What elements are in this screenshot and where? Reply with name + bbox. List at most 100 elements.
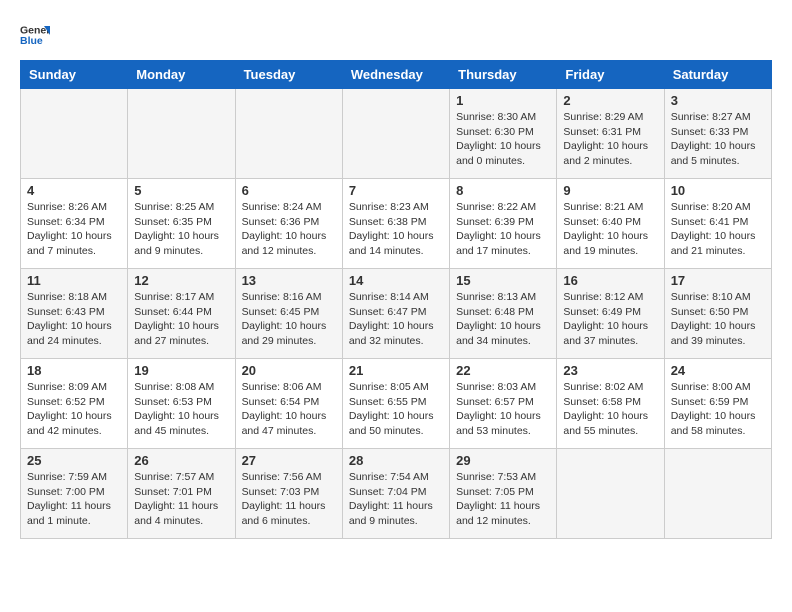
day-info: Sunrise: 8:21 AM Sunset: 6:40 PM Dayligh… <box>563 200 657 259</box>
calendar-header-row: Sunday Monday Tuesday Wednesday Thursday… <box>21 61 772 89</box>
calendar-cell <box>557 449 664 539</box>
header-thursday: Thursday <box>450 61 557 89</box>
header-friday: Friday <box>557 61 664 89</box>
day-info: Sunrise: 8:03 AM Sunset: 6:57 PM Dayligh… <box>456 380 550 439</box>
page-header: General Blue <box>20 20 772 50</box>
day-info: Sunrise: 8:18 AM Sunset: 6:43 PM Dayligh… <box>27 290 121 349</box>
day-info: Sunrise: 7:53 AM Sunset: 7:05 PM Dayligh… <box>456 470 550 529</box>
day-number: 14 <box>349 273 443 288</box>
day-info: Sunrise: 8:29 AM Sunset: 6:31 PM Dayligh… <box>563 110 657 169</box>
calendar-cell: 24 Sunrise: 8:00 AM Sunset: 6:59 PM Dayli… <box>664 359 771 449</box>
calendar-cell: 26 Sunrise: 7:57 AM Sunset: 7:01 PM Dayli… <box>128 449 235 539</box>
calendar-cell: 1 Sunrise: 8:30 AM Sunset: 6:30 PM Daylig… <box>450 89 557 179</box>
day-number: 24 <box>671 363 765 378</box>
day-info: Sunrise: 8:05 AM Sunset: 6:55 PM Dayligh… <box>349 380 443 439</box>
logo-icon: General Blue <box>20 20 50 50</box>
day-number: 12 <box>134 273 228 288</box>
day-number: 28 <box>349 453 443 468</box>
calendar-cell: 21 Sunrise: 8:05 AM Sunset: 6:55 PM Dayli… <box>342 359 449 449</box>
calendar-cell: 4 Sunrise: 8:26 AM Sunset: 6:34 PM Daylig… <box>21 179 128 269</box>
day-number: 25 <box>27 453 121 468</box>
day-info: Sunrise: 8:00 AM Sunset: 6:59 PM Dayligh… <box>671 380 765 439</box>
day-number: 26 <box>134 453 228 468</box>
day-number: 10 <box>671 183 765 198</box>
calendar-cell: 19 Sunrise: 8:08 AM Sunset: 6:53 PM Dayli… <box>128 359 235 449</box>
calendar-cell <box>235 89 342 179</box>
calendar-cell: 2 Sunrise: 8:29 AM Sunset: 6:31 PM Daylig… <box>557 89 664 179</box>
calendar-cell: 5 Sunrise: 8:25 AM Sunset: 6:35 PM Daylig… <box>128 179 235 269</box>
day-info: Sunrise: 8:27 AM Sunset: 6:33 PM Dayligh… <box>671 110 765 169</box>
day-number: 7 <box>349 183 443 198</box>
day-info: Sunrise: 8:25 AM Sunset: 6:35 PM Dayligh… <box>134 200 228 259</box>
calendar-week-row: 18 Sunrise: 8:09 AM Sunset: 6:52 PM Dayli… <box>21 359 772 449</box>
day-info: Sunrise: 8:16 AM Sunset: 6:45 PM Dayligh… <box>242 290 336 349</box>
calendar-cell: 11Sunrise: 8:18 AM Sunset: 6:43 PM Dayli… <box>21 269 128 359</box>
calendar-week-row: 25 Sunrise: 7:59 AM Sunset: 7:00 PM Dayli… <box>21 449 772 539</box>
day-info: Sunrise: 8:24 AM Sunset: 6:36 PM Dayligh… <box>242 200 336 259</box>
calendar-cell: 29 Sunrise: 7:53 AM Sunset: 7:05 PM Dayli… <box>450 449 557 539</box>
day-number: 17 <box>671 273 765 288</box>
header-sunday: Sunday <box>21 61 128 89</box>
day-number: 29 <box>456 453 550 468</box>
calendar-cell <box>342 89 449 179</box>
calendar-cell: 6 Sunrise: 8:24 AM Sunset: 6:36 PM Daylig… <box>235 179 342 269</box>
calendar-cell: 22 Sunrise: 8:03 AM Sunset: 6:57 PM Dayli… <box>450 359 557 449</box>
day-number: 5 <box>134 183 228 198</box>
day-number: 22 <box>456 363 550 378</box>
day-info: Sunrise: 8:30 AM Sunset: 6:30 PM Dayligh… <box>456 110 550 169</box>
calendar-cell: 17 Sunrise: 8:10 AM Sunset: 6:50 PM Dayli… <box>664 269 771 359</box>
calendar-cell: 15 Sunrise: 8:13 AM Sunset: 6:48 PM Dayli… <box>450 269 557 359</box>
header-saturday: Saturday <box>664 61 771 89</box>
day-info: Sunrise: 8:22 AM Sunset: 6:39 PM Dayligh… <box>456 200 550 259</box>
day-info: Sunrise: 8:12 AM Sunset: 6:49 PM Dayligh… <box>563 290 657 349</box>
day-number: 4 <box>27 183 121 198</box>
day-info: Sunrise: 8:06 AM Sunset: 6:54 PM Dayligh… <box>242 380 336 439</box>
day-info: Sunrise: 8:02 AM Sunset: 6:58 PM Dayligh… <box>563 380 657 439</box>
calendar-cell: 13 Sunrise: 8:16 AM Sunset: 6:45 PM Dayli… <box>235 269 342 359</box>
calendar-cell: 14 Sunrise: 8:14 AM Sunset: 6:47 PM Dayli… <box>342 269 449 359</box>
calendar-body: 1 Sunrise: 8:30 AM Sunset: 6:30 PM Daylig… <box>21 89 772 539</box>
calendar-cell: 20Sunrise: 8:06 AM Sunset: 6:54 PM Dayli… <box>235 359 342 449</box>
calendar-cell <box>21 89 128 179</box>
calendar-cell <box>664 449 771 539</box>
day-info: Sunrise: 8:23 AM Sunset: 6:38 PM Dayligh… <box>349 200 443 259</box>
day-number: 21 <box>349 363 443 378</box>
calendar-cell: 8 Sunrise: 8:22 AM Sunset: 6:39 PM Daylig… <box>450 179 557 269</box>
calendar-cell: 23 Sunrise: 8:02 AM Sunset: 6:58 PM Dayli… <box>557 359 664 449</box>
calendar-cell: 10 Sunrise: 8:20 AM Sunset: 6:41 PM Dayli… <box>664 179 771 269</box>
day-number: 1 <box>456 93 550 108</box>
day-info: Sunrise: 7:56 AM Sunset: 7:03 PM Dayligh… <box>242 470 336 529</box>
calendar-cell: 18 Sunrise: 8:09 AM Sunset: 6:52 PM Dayli… <box>21 359 128 449</box>
day-number: 2 <box>563 93 657 108</box>
calendar-table: Sunday Monday Tuesday Wednesday Thursday… <box>20 60 772 539</box>
day-info: Sunrise: 8:17 AM Sunset: 6:44 PM Dayligh… <box>134 290 228 349</box>
day-info: Sunrise: 8:09 AM Sunset: 6:52 PM Dayligh… <box>27 380 121 439</box>
day-info: Sunrise: 8:10 AM Sunset: 6:50 PM Dayligh… <box>671 290 765 349</box>
day-number: 16 <box>563 273 657 288</box>
day-number: 8 <box>456 183 550 198</box>
day-number: 9 <box>563 183 657 198</box>
day-info: Sunrise: 7:57 AM Sunset: 7:01 PM Dayligh… <box>134 470 228 529</box>
header-monday: Monday <box>128 61 235 89</box>
day-number: 15 <box>456 273 550 288</box>
day-info: Sunrise: 7:54 AM Sunset: 7:04 PM Dayligh… <box>349 470 443 529</box>
day-info: Sunrise: 8:20 AM Sunset: 6:41 PM Dayligh… <box>671 200 765 259</box>
day-info: Sunrise: 8:13 AM Sunset: 6:48 PM Dayligh… <box>456 290 550 349</box>
day-number: 23 <box>563 363 657 378</box>
calendar-week-row: 4 Sunrise: 8:26 AM Sunset: 6:34 PM Daylig… <box>21 179 772 269</box>
day-number: 13 <box>242 273 336 288</box>
day-info: Sunrise: 8:26 AM Sunset: 6:34 PM Dayligh… <box>27 200 121 259</box>
calendar-cell: 7 Sunrise: 8:23 AM Sunset: 6:38 PM Daylig… <box>342 179 449 269</box>
day-info: Sunrise: 7:59 AM Sunset: 7:00 PM Dayligh… <box>27 470 121 529</box>
calendar-cell: 25 Sunrise: 7:59 AM Sunset: 7:00 PM Dayli… <box>21 449 128 539</box>
header-wednesday: Wednesday <box>342 61 449 89</box>
day-number: 6 <box>242 183 336 198</box>
calendar-cell: 27Sunrise: 7:56 AM Sunset: 7:03 PM Dayli… <box>235 449 342 539</box>
calendar-cell: 3 Sunrise: 8:27 AM Sunset: 6:33 PM Daylig… <box>664 89 771 179</box>
day-info: Sunrise: 8:08 AM Sunset: 6:53 PM Dayligh… <box>134 380 228 439</box>
day-number: 3 <box>671 93 765 108</box>
day-info: Sunrise: 8:14 AM Sunset: 6:47 PM Dayligh… <box>349 290 443 349</box>
day-number: 19 <box>134 363 228 378</box>
day-number: 18 <box>27 363 121 378</box>
logo: General Blue <box>20 20 50 50</box>
